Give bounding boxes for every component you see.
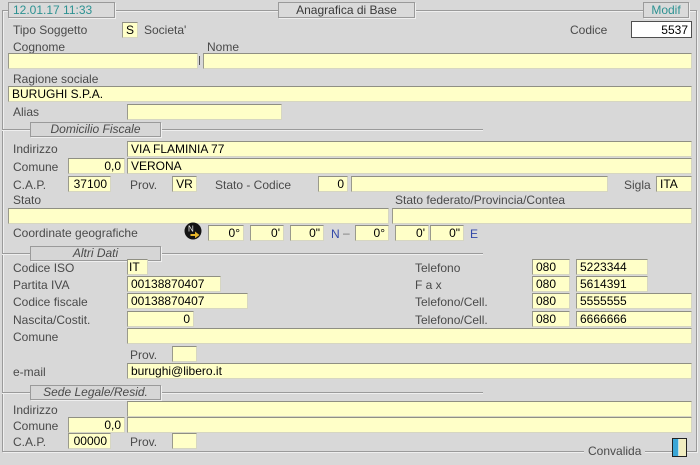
nome-input[interactable] [203,53,692,69]
sede-comune-input[interactable] [127,417,692,433]
stato-codice-input[interactable] [318,176,348,192]
partita-iva-label: Partita IVA [13,279,69,292]
stato-codice-label: Stato - Codice [215,179,291,192]
cell1-number-input[interactable] [576,293,692,309]
domicilio-section-header: Domicilio Fiscale [30,122,161,137]
fax-label: F a x [415,279,442,292]
stato-federato-input[interactable] [392,208,692,224]
convalida-label: Convalida [584,444,645,458]
email-label: e-mail [13,366,46,379]
svg-text:N: N [188,225,194,234]
cell1-prefix-input[interactable] [532,293,570,309]
domicilio-cap-input[interactable] [68,176,111,192]
altri-comune-input[interactable] [127,328,692,344]
coordinate-separator: – [343,226,350,240]
cognome-input[interactable] [8,53,198,69]
field-separator-mark [199,56,200,65]
altri-prov-label: Prov. [130,349,157,362]
sede-comune-label: Comune [13,420,58,433]
codice-label: Codice [570,24,607,37]
stato-nome-input[interactable] [351,176,608,192]
sede-cap-input[interactable] [68,433,111,449]
nascita-label: Nascita/Costit. [13,314,90,327]
stato-label: Stato [13,194,41,207]
tipo-soggetto-label: Tipo Soggetto [13,24,87,37]
sede-indirizzo-label: Indirizzo [13,404,58,417]
domicilio-comune-code-input[interactable] [68,158,125,174]
lat-direction-label: N [331,227,340,241]
cell2-label: Telefono/Cell. [415,314,488,327]
domicilio-indirizzo-input[interactable] [127,141,692,157]
codice-iso-input[interactable] [127,259,148,275]
domicilio-cap-label: C.A.P. [13,179,46,192]
ragione-sociale-input[interactable] [8,86,692,102]
globe-icon[interactable]: N [184,222,202,240]
email-input[interactable] [127,363,692,379]
tipo-soggetto-input[interactable] [122,22,138,38]
domicilio-prov-input[interactable] [172,176,197,192]
timestamp: 12.01.17 11:33 [8,2,115,18]
sede-prov-input[interactable] [172,433,197,449]
nascita-input[interactable] [127,311,194,327]
telefono-number-input[interactable] [576,259,648,275]
anagrafica-window: 12.01.17 11:33 Anagrafica di Base Modif … [0,0,700,465]
stato-federato-label: Stato federato/Provincia/Contea [395,194,565,207]
lat-deg-input[interactable] [208,225,244,241]
sede-cap-label: C.A.P. [13,436,46,449]
domicilio-prov-label: Prov. [130,179,157,192]
domicilio-indirizzo-label: Indirizzo [13,143,58,156]
telefono-label: Telefono [415,262,460,275]
page-title: Anagrafica di Base [278,2,415,18]
lat-min-input[interactable] [250,225,284,241]
lon-min-input[interactable] [395,225,429,241]
cell2-number-input[interactable] [576,311,692,327]
sede-prov-label: Prov. [130,436,157,449]
sede-legale-section-header: Sede Legale/Resid. [30,385,161,400]
domicilio-comune-label: Comune [13,161,58,174]
fax-number-input[interactable] [576,276,648,292]
sigla-input[interactable] [656,176,692,192]
codice-iso-label: Codice ISO [13,262,74,275]
domicilio-comune-input[interactable] [127,158,692,174]
ragione-sociale-label: Ragione sociale [13,73,98,86]
altri-prov-input[interactable] [172,346,197,362]
coordinate-label: Coordinate geografiche [13,227,138,240]
sede-comune-code-input[interactable] [68,417,125,433]
codice-input[interactable] [631,21,692,38]
modif-button[interactable]: Modif [643,2,689,18]
alias-label: Alias [13,106,39,119]
sede-indirizzo-input[interactable] [127,401,692,417]
tipo-soggetto-desc: Societa' [144,24,186,37]
lon-direction-label: E [470,227,478,241]
fax-prefix-input[interactable] [532,276,570,292]
convalida-toggle-icon[interactable] [672,438,687,457]
sigla-label: Sigla [624,179,651,192]
codice-fiscale-label: Codice fiscale [13,296,88,309]
cell2-prefix-input[interactable] [532,311,570,327]
lon-sec-input[interactable] [430,225,464,241]
alias-input[interactable] [127,104,282,120]
lon-deg-input[interactable] [355,225,389,241]
partita-iva-input[interactable] [127,276,221,292]
codice-fiscale-input[interactable] [127,293,248,309]
telefono-prefix-input[interactable] [532,259,570,275]
cell1-label: Telefono/Cell. [415,296,488,309]
altri-comune-label: Comune [13,331,58,344]
lat-sec-input[interactable] [290,225,324,241]
